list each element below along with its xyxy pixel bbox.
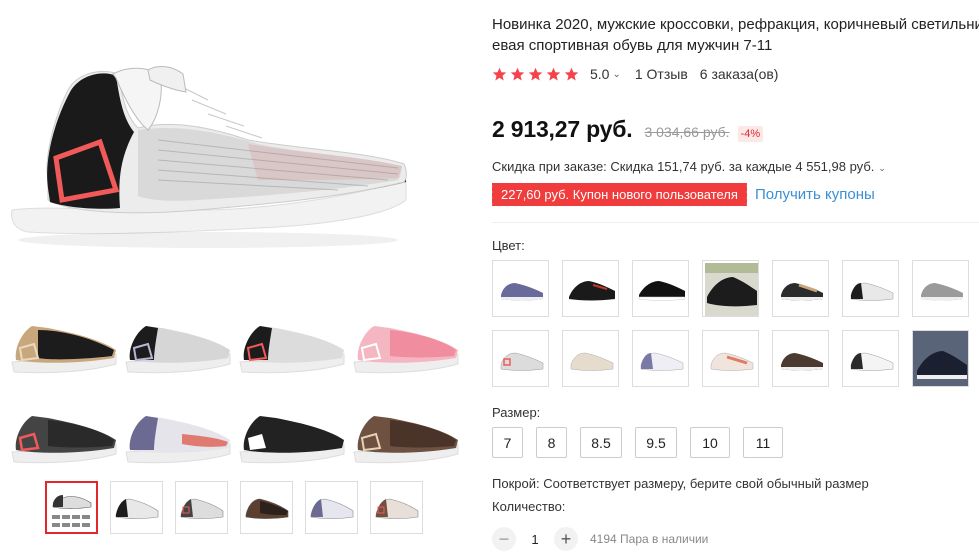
color-swatch-5[interactable] [772, 260, 829, 317]
product-title: Новинка 2020, мужские кроссовки, рефракц… [492, 14, 979, 56]
gallery-image-5[interactable] [8, 400, 120, 470]
product-title-line-2: евая спортивная обувь для мужчин 7-11 [492, 37, 773, 54]
coupon-row: 227,60 руб. Купон нового пользователя По… [490, 183, 875, 206]
color-swatch-6[interactable] [842, 260, 899, 317]
gallery-image-1[interactable] [8, 310, 120, 380]
color-swatch-2-image [569, 281, 615, 301]
star-icon [564, 67, 579, 80]
product-gallery [0, 0, 470, 559]
color-swatch-14-image [913, 331, 968, 386]
color-swatch-12-image [781, 353, 823, 371]
size-option-8-5[interactable]: 8.5 [580, 427, 622, 458]
new-user-coupon-badge: 227,60 руб. Купон нового пользователя [490, 183, 747, 206]
color-swatch-9[interactable] [562, 330, 619, 387]
old-price: 3 034,66 руб. [644, 124, 730, 140]
thumbnail-3[interactable] [175, 481, 228, 534]
thumbnail-2[interactable] [110, 481, 163, 534]
color-swatch-1-image [501, 283, 543, 301]
color-swatch-8[interactable] [492, 330, 549, 387]
quantity-minus-button[interactable]: − [492, 527, 516, 551]
gallery-image-7[interactable] [236, 400, 348, 470]
product-title-line-1: Новинка 2020, мужские кроссовки, рефракц… [492, 16, 979, 33]
rating-stars[interactable] [492, 67, 582, 82]
size-option-10[interactable]: 10 [690, 427, 730, 458]
thumbnail-4[interactable] [240, 481, 293, 534]
chevron-down-icon: ⌄ [878, 163, 886, 173]
store-discount[interactable]: Скидка при заказе: Скидка 151,74 руб. за… [492, 159, 886, 174]
color-swatch-6-image [850, 282, 894, 301]
color-swatch-10-image [640, 352, 684, 371]
thumbnail-2-image [115, 498, 158, 519]
color-swatch-2[interactable] [562, 260, 619, 317]
thumbnail-1-image [51, 494, 91, 527]
chevron-down-icon[interactable]: ⌄ [612, 69, 620, 80]
gallery-image-4[interactable] [350, 310, 462, 380]
main-product-image[interactable] [8, 40, 412, 260]
current-price: 2 913,27 руб. [492, 116, 633, 142]
quantity-plus-button[interactable]: + [554, 527, 578, 551]
fit-note: Покрой: Соответствует размеру, берите св… [492, 476, 869, 491]
color-label: Цвет: [492, 238, 525, 253]
gallery-image-3[interactable] [236, 310, 348, 380]
star-icon [528, 67, 543, 80]
quantity-stepper: − 1 + 4194 Пара в наличии [492, 527, 708, 551]
reviews-link[interactable]: 1 Отзыв [635, 66, 688, 82]
store-discount-text: Скидка при заказе: Скидка 151,74 руб. за… [492, 159, 875, 174]
rating-row: 5.0 ⌄ 1 Отзыв 6 заказа(ов) [492, 64, 778, 84]
thumbnail-3-image [180, 498, 223, 519]
color-swatch-4[interactable] [702, 260, 759, 317]
color-swatch-3[interactable] [632, 260, 689, 317]
color-swatch-11[interactable] [702, 330, 759, 387]
thumbnail-5[interactable] [305, 481, 358, 534]
thumbnail-6-image [375, 498, 418, 519]
color-swatch-11-image [710, 352, 754, 371]
discount-badge: -4% [737, 126, 764, 142]
size-option-9-5[interactable]: 9.5 [635, 427, 677, 458]
color-swatch-7[interactable] [912, 260, 969, 317]
color-swatch-13[interactable] [842, 330, 899, 387]
quantity-label: Количество: [492, 499, 566, 514]
color-swatch-10[interactable] [632, 330, 689, 387]
product-info: Новинка 2020, мужские кроссовки, рефракц… [490, 0, 979, 559]
orders-count: 6 заказа(ов) [699, 66, 779, 82]
thumbnail-4-image [245, 498, 288, 519]
color-swatch-14[interactable] [912, 330, 969, 387]
thumbnail-5-image [310, 498, 353, 519]
get-coupons-link[interactable]: Получить купоны [755, 186, 875, 203]
color-swatch-7-image [921, 283, 963, 301]
size-option-7[interactable]: 7 [492, 427, 523, 458]
star-icon [510, 67, 525, 80]
price-row: 2 913,27 руб. 3 034,66 руб. -4% [492, 116, 764, 148]
color-swatch-12[interactable] [772, 330, 829, 387]
size-label: Размер: [492, 405, 541, 420]
thumbnail-6[interactable] [370, 481, 423, 534]
color-swatch-3-image [638, 281, 686, 301]
color-swatch-13-image [850, 352, 894, 371]
gallery-image-6[interactable] [122, 400, 234, 470]
gallery-image-2[interactable] [122, 310, 234, 380]
color-swatch-5-image [781, 283, 823, 301]
rating-value[interactable]: 5.0 [590, 66, 609, 82]
color-swatch-1[interactable] [492, 260, 549, 317]
divider [492, 222, 979, 223]
thumbnail-1[interactable] [45, 481, 98, 534]
color-swatch-4-image [705, 263, 758, 316]
size-option-11[interactable]: 11 [743, 427, 783, 458]
color-swatch-8-image [500, 352, 544, 371]
gallery-image-8[interactable] [350, 400, 462, 470]
star-icon [492, 67, 507, 80]
size-option-8[interactable]: 8 [536, 427, 567, 458]
stock-count: 4194 Пара в наличии [590, 532, 709, 546]
quantity-value[interactable]: 1 [520, 532, 550, 547]
color-swatch-9-image [570, 352, 614, 371]
star-icon [546, 67, 561, 80]
